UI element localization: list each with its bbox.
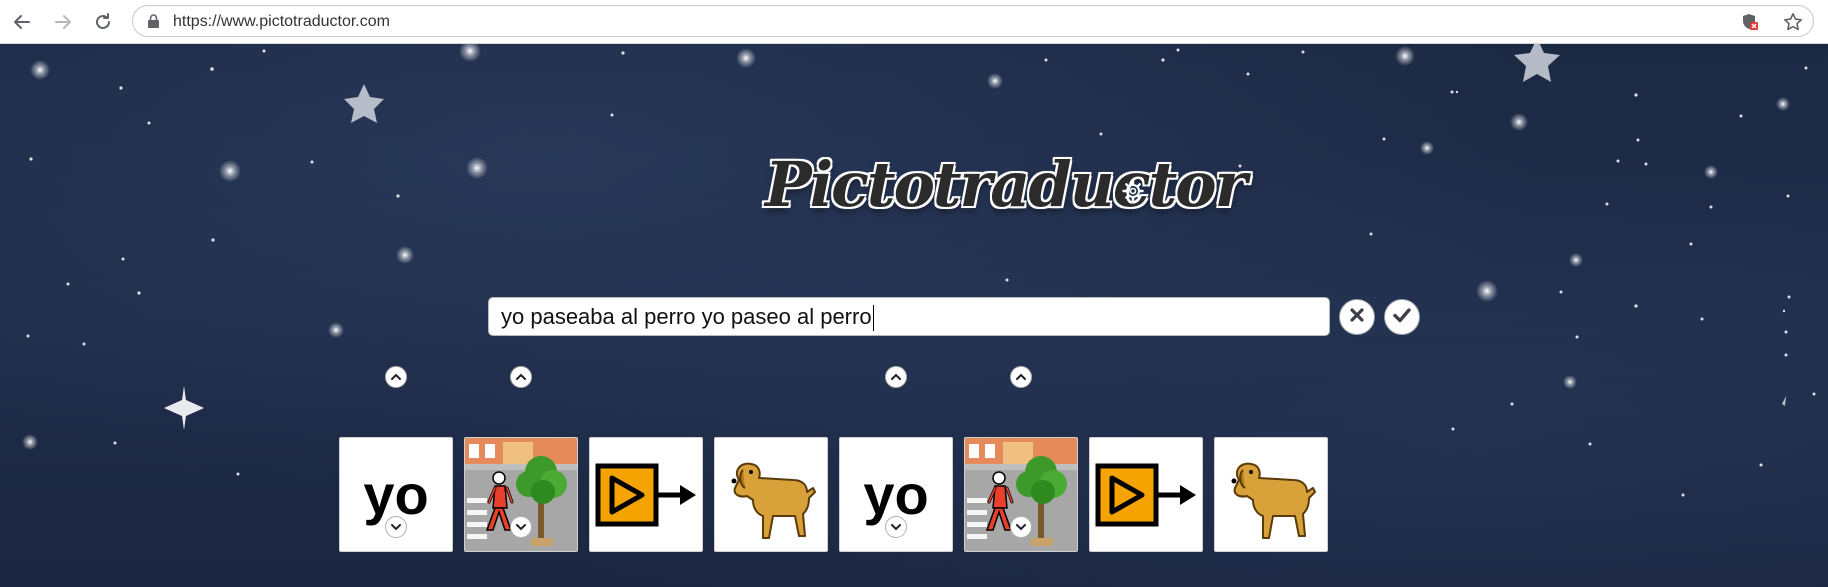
star-shape-right [1514, 44, 1560, 82]
gear-icon[interactable] [1122, 180, 1144, 207]
checkmark-icon [1393, 307, 1411, 328]
chevron-up-icon[interactable] [510, 366, 532, 388]
translate-button[interactable] [1384, 299, 1420, 335]
translation-input-box[interactable]: yo paseaba al perro yo paseo al perro [488, 297, 1330, 336]
shield-extension-icon[interactable] [1741, 13, 1759, 36]
past-tense-arrow-icon [595, 463, 696, 526]
past-tense-arrow-icon [1095, 463, 1196, 526]
clear-button[interactable] [1339, 299, 1375, 335]
dog-icon [1231, 462, 1316, 539]
pictogram-card[interactable] [589, 437, 703, 552]
page-content: Pictotraductor yo paseaba al perro yo pa… [0, 44, 1828, 587]
bookmark-star-icon[interactable] [1783, 12, 1803, 37]
star-shape-left [344, 84, 384, 123]
glowing-stars [22, 44, 1790, 450]
chevron-up-icon[interactable] [885, 366, 907, 388]
back-arrow-icon[interactable] [9, 9, 35, 35]
url-text[interactable]: https://www.pictotraductor.com [173, 13, 390, 31]
chevron-down-icon[interactable] [510, 516, 532, 538]
browser-toolbar: https://www.pictotraductor.com [0, 0, 1828, 44]
sparkle-star [164, 386, 204, 430]
chevron-down-icon[interactable] [385, 516, 407, 538]
pictogram-card[interactable] [1214, 437, 1328, 552]
chevron-down-icon[interactable] [885, 516, 907, 538]
chevron-up-icon[interactable] [385, 366, 407, 388]
reload-icon[interactable] [90, 9, 116, 35]
logo[interactable]: Pictotraductor [765, 130, 1247, 240]
close-icon [1349, 307, 1365, 328]
pictogram-card[interactable] [1089, 437, 1203, 552]
dog-icon [731, 462, 816, 539]
pictogram-card[interactable] [714, 437, 828, 552]
logo-text: Pictotraductor [765, 148, 1247, 221]
chevron-up-icon[interactable] [1010, 366, 1032, 388]
translation-input[interactable]: yo paseaba al perro yo paseo al perro [501, 298, 1311, 335]
small-stars [26, 48, 1816, 497]
lock-icon[interactable] [147, 14, 160, 34]
chevron-down-icon[interactable] [1010, 516, 1032, 538]
forward-arrow-icon[interactable] [50, 9, 76, 35]
address-bar[interactable]: https://www.pictotraductor.com [132, 5, 1814, 37]
